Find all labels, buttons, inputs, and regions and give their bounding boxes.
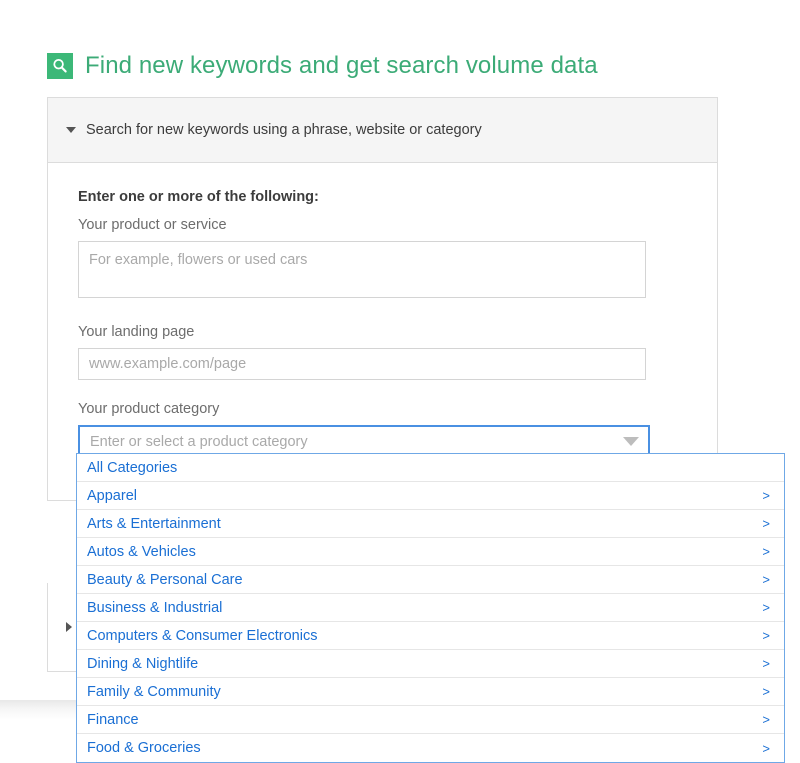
dropdown-item-label: Finance: [87, 712, 762, 728]
chevron-right-icon: >: [762, 573, 772, 586]
chevron-right-icon: >: [762, 713, 772, 726]
search-panel-header-label: Search for new keywords using a phrase, …: [86, 122, 482, 138]
dropdown-item[interactable]: Beauty & Personal Care>: [77, 566, 784, 594]
dropdown-item-label: Business & Industrial: [87, 600, 762, 616]
search-panel-header[interactable]: Search for new keywords using a phrase, …: [48, 98, 717, 163]
dropdown-item[interactable]: Arts & Entertainment>: [77, 510, 784, 538]
product-or-service-label: Your product or service: [78, 217, 687, 233]
dropdown-item-label: Food & Groceries: [87, 740, 762, 756]
chevron-right-icon: [66, 622, 72, 632]
search-panel: Search for new keywords using a phrase, …: [47, 97, 718, 501]
dropdown-item[interactable]: Dining & Nightlife>: [77, 650, 784, 678]
chevron-right-icon: >: [762, 489, 772, 502]
dropdown-item-label: All Categories: [87, 460, 762, 476]
page-title: Find new keywords and get search volume …: [85, 52, 598, 80]
chevron-right-icon: >: [762, 601, 772, 614]
chevron-down-icon: [66, 127, 76, 133]
dropdown-item-label: Dining & Nightlife: [87, 656, 762, 672]
dropdown-item-label: Apparel: [87, 488, 762, 504]
dropdown-item[interactable]: Computers & Consumer Electronics>: [77, 622, 784, 650]
dropdown-item-label: Family & Community: [87, 684, 762, 700]
chevron-right-icon: >: [762, 657, 772, 670]
dropdown-item[interactable]: Finance>: [77, 706, 784, 734]
dropdown-item[interactable]: Family & Community>: [77, 678, 784, 706]
product-category-dropdown: All Categories>Apparel>Arts & Entertainm…: [76, 453, 785, 763]
dropdown-item-label: Computers & Consumer Electronics: [87, 628, 762, 644]
chevron-right-icon: >: [762, 517, 772, 530]
dropdown-item-label: Autos & Vehicles: [87, 544, 762, 560]
caret-down-glyph: [623, 437, 639, 446]
landing-page-label: Your landing page: [78, 324, 687, 340]
caret-down-icon[interactable]: [614, 427, 648, 456]
dialog-title-row: Find new keywords and get search volume …: [47, 52, 598, 80]
chevron-right-icon: >: [762, 742, 772, 755]
dropdown-item-label: Arts & Entertainment: [87, 516, 762, 532]
dropdown-item-label: Beauty & Personal Care: [87, 572, 762, 588]
keyword-planner-dialog: ✕ Find new keywords and get search volum…: [0, 0, 800, 763]
dropdown-item[interactable]: Apparel>: [77, 482, 784, 510]
search-panel-body: Enter one or more of the following: Your…: [48, 163, 717, 500]
dropdown-item[interactable]: Business & Industrial>: [77, 594, 784, 622]
product-or-service-input[interactable]: [78, 241, 646, 298]
form-heading: Enter one or more of the following:: [78, 189, 687, 205]
search-icon: [47, 53, 73, 79]
product-category-input[interactable]: [80, 427, 614, 456]
landing-page-input[interactable]: [78, 348, 646, 380]
dropdown-item[interactable]: Food & Groceries>: [77, 734, 784, 762]
chevron-right-icon: >: [762, 685, 772, 698]
dropdown-item[interactable]: All Categories>: [77, 454, 784, 482]
product-category-label: Your product category: [78, 401, 687, 417]
chevron-right-icon: >: [762, 545, 772, 558]
chevron-right-icon: >: [762, 629, 772, 642]
dropdown-item[interactable]: Autos & Vehicles>: [77, 538, 784, 566]
